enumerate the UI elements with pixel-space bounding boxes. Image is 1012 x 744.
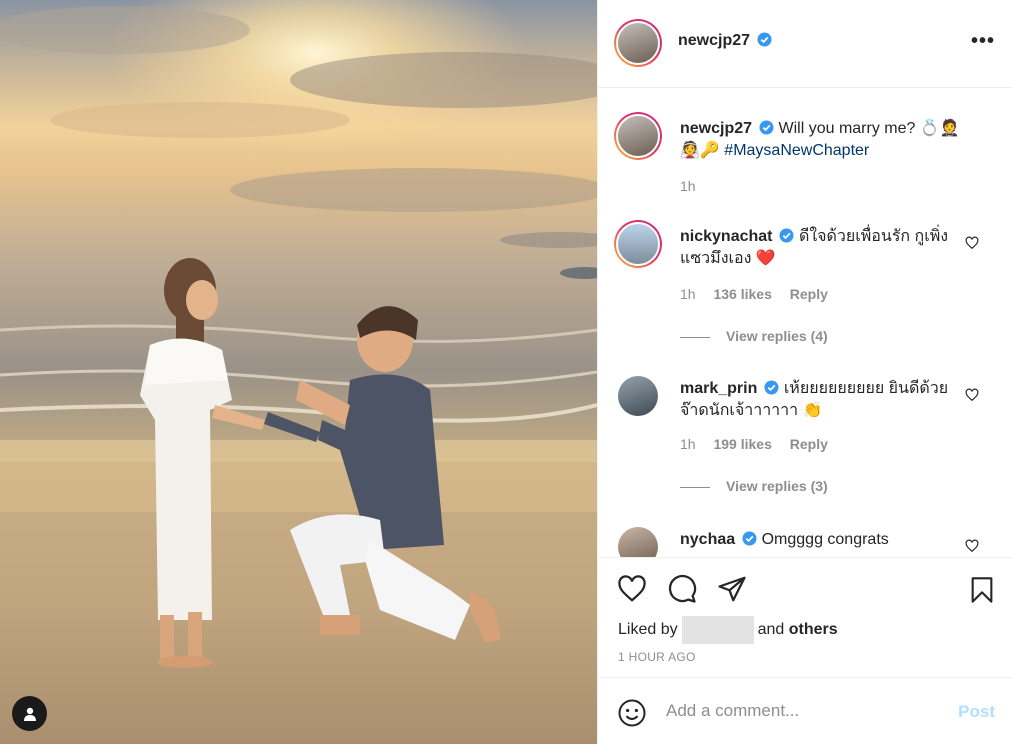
comment-meta: 1h 136 likes Reply [680,286,842,302]
liked-by-prefix: Liked by [618,621,678,639]
view-replies-button[interactable]: View replies (3) [680,478,828,494]
caption-avatar[interactable] [614,112,662,160]
caption-row: newcjp27 Will you marry me? 💍🤵 👰🔑 #Maysa… [598,112,1012,202]
bookmark-icon[interactable] [968,574,996,606]
redacted-username [681,616,754,644]
comment-time[interactable]: 1h [680,286,696,302]
comment-likes[interactable]: 136 likes [713,286,771,302]
emoji-icon[interactable] [617,698,647,728]
view-replies-label: View replies (4) [726,328,828,344]
comment-time[interactable]: 1h [680,436,696,452]
liked-by-others-link[interactable]: others [789,621,838,638]
caption-body-2: 👰🔑 [680,142,720,159]
comment-like-icon[interactable] [965,388,979,402]
comment-like-icon[interactable] [965,236,979,250]
comment-username[interactable]: nickynachat [680,228,772,245]
comment-row: mark_prin เห้ยยยยยยยยย ยินดีด้วยจ๊าดนักเ… [598,374,1012,494]
replies-divider [680,486,710,488]
beach-proposal-image [0,0,597,744]
post-actions: Liked by and others 1 HOUR AGO [598,557,1012,677]
caption-meta: 1h [680,178,710,194]
comment-body: Omgggg congrats [761,531,889,548]
comment-like-icon[interactable] [965,539,979,553]
post-header: newcjp27 ••• [598,0,1012,88]
reply-button[interactable]: Reply [790,286,828,302]
header-username[interactable]: newcjp27 [678,32,750,49]
post-photo[interactable] [0,0,597,744]
hashtag-link[interactable]: #MaysaNewChapter [724,142,869,159]
heart-icon[interactable] [616,574,648,604]
commenter-avatar[interactable] [618,376,658,416]
view-replies-button[interactable]: View replies (4) [680,328,828,344]
post-sidebar: newcjp27 ••• newcjp27 Will you marry me?… [597,0,1012,744]
add-comment-bar: Post [598,677,1012,744]
verified-badge-icon [779,228,794,243]
caption-text: newcjp27 Will you marry me? 💍🤵 👰🔑 #Maysa… [680,118,960,162]
liked-by-suffix: and [757,621,785,639]
caption-username[interactable]: newcjp27 [680,120,752,137]
comment-likes[interactable]: 199 likes [713,436,771,452]
post-timestamp[interactable]: 1 HOUR AGO [618,650,696,664]
liked-by-summary: Liked by and others [618,616,838,644]
comment-row: nickynachat ดีใจด้วยเพื่อนรัก กูเพิ่งแซว… [598,220,1012,344]
user-tag-button[interactable] [12,696,47,731]
share-icon[interactable] [716,574,748,604]
verified-badge-icon [764,380,779,395]
comment-username[interactable]: mark_prin [680,380,757,397]
comments-list[interactable]: newcjp27 Will you marry me? 💍🤵 👰🔑 #Maysa… [598,89,1012,557]
commenter-avatar[interactable] [614,220,662,268]
user-tag-icon [23,707,36,721]
comment-meta: 1h 199 likes Reply [680,436,842,452]
verified-badge-icon [757,32,772,47]
comment-text: nychaa Omgggg congrats [680,529,960,551]
caption-body: Will you marry me? 💍🤵 [778,120,960,137]
view-replies-label: View replies (3) [726,478,828,494]
comment-icon[interactable] [666,574,698,604]
comment-text: nickynachat ดีใจด้วยเพื่อนรัก กูเพิ่งแซว… [680,226,960,270]
caption-time[interactable]: 1h [680,178,696,194]
commenter-avatar[interactable] [618,527,658,557]
post-comment-button[interactable]: Post [958,702,995,722]
comment-text: mark_prin เห้ยยยยยยยยย ยินดีด้วยจ๊าดนักเ… [680,378,960,422]
author-avatar[interactable] [614,19,662,67]
replies-divider [680,336,710,338]
comment-username[interactable]: nychaa [680,531,735,548]
verified-badge-icon [759,120,774,135]
comment-row: nychaa Omgggg congrats [598,525,1012,557]
more-icon[interactable]: ••• [971,30,995,53]
verified-badge-icon [742,531,757,546]
comment-input[interactable] [666,698,936,724]
reply-button[interactable]: Reply [790,436,828,452]
